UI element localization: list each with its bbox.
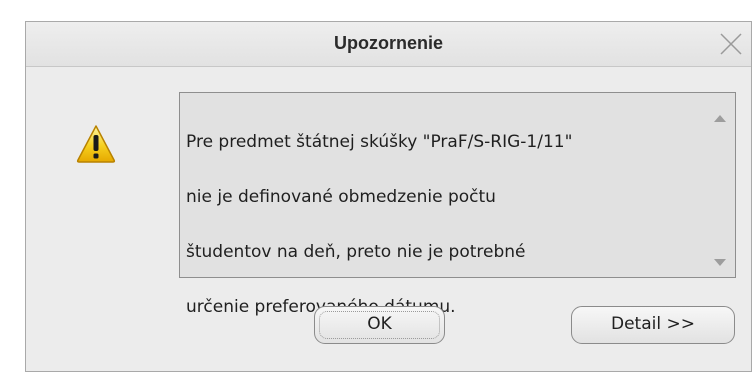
- message-textarea[interactable]: Pre predmet štátnej skúšky "PraF/S-RIG-1…: [179, 92, 736, 317]
- ok-button[interactable]: OK: [314, 306, 445, 344]
- alert-dialog: Upozornenie Pre predmet štátnej skúšky "…: [25, 21, 752, 372]
- scroll-down-arrow-icon[interactable]: [713, 253, 727, 266]
- scroll-up-arrow-icon[interactable]: [713, 108, 727, 122]
- vertical-scrollbar[interactable]: [705, 93, 735, 277]
- message-line: Pre predmet štátnej skúšky "PraF/S-RIG-1…: [186, 131, 573, 152]
- warning-icon: [75, 123, 117, 165]
- detail-button[interactable]: Detail >>: [571, 306, 735, 344]
- message-line: študentov na deň, preto nie je potrebné: [186, 241, 526, 262]
- detail-button-label: Detail >>: [611, 314, 695, 334]
- close-icon[interactable]: [717, 30, 745, 58]
- dialog-title: Upozornenie: [333, 33, 443, 53]
- dialog-titlebar[interactable]: Upozornenie: [26, 22, 751, 67]
- message-line: nie je definované obmedzenie počtu: [186, 186, 496, 207]
- ok-button-label: OK: [367, 314, 392, 334]
